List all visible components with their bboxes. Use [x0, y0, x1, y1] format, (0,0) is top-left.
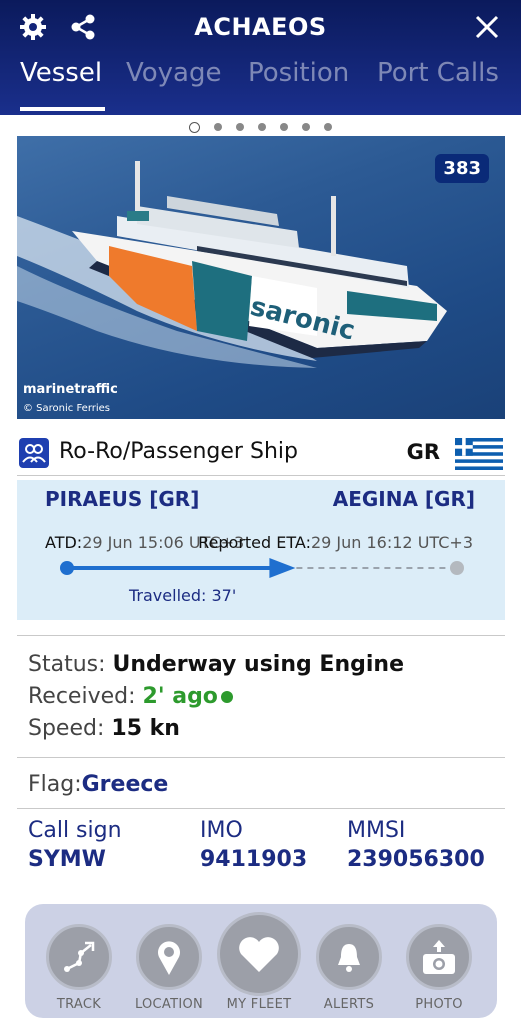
pager-dot[interactable]: [324, 123, 332, 131]
received-line: Received: 2' ago: [28, 684, 233, 709]
active-tab-indicator: [20, 107, 105, 111]
location-button[interactable]: LOCATION: [124, 904, 214, 1018]
departure-point: [60, 561, 74, 575]
track-button[interactable]: TRACK: [34, 904, 124, 1018]
my-fleet-button[interactable]: MY FLEET: [214, 904, 304, 1018]
eta-value: 29 Jun 16:12 UTC+3: [310, 533, 473, 552]
greece-flag-icon: [453, 438, 505, 470]
tab-position[interactable]: Position: [248, 58, 349, 88]
status-line: Status: Underway using Engine: [28, 652, 404, 677]
photo-count-badge[interactable]: 383: [435, 154, 489, 183]
location-label: LOCATION: [134, 997, 204, 1012]
tab-vessel[interactable]: Vessel: [20, 58, 102, 88]
callsign-value: SYMW: [28, 847, 106, 872]
heart-icon[interactable]: [217, 912, 301, 996]
vessel-type: Ro-Ro/Passenger Ship: [59, 439, 298, 464]
departure-port[interactable]: PIRAEUS [GR]: [45, 487, 199, 511]
speed-label: Speed:: [28, 716, 105, 741]
divider: [17, 475, 505, 476]
destination-port[interactable]: AEGINA [GR]: [333, 487, 475, 511]
received-value: 2' ago: [142, 684, 218, 709]
mmsi-block: MMSI 239056300: [347, 818, 485, 872]
location-pin-icon[interactable]: [136, 924, 202, 990]
pager-dot[interactable]: [189, 121, 200, 133]
vessel-photo[interactable]: saronic 383 marinetraffic © Saronic Ferr…: [17, 136, 505, 419]
bell-icon[interactable]: [316, 924, 382, 990]
photo-credit: © Saronic Ferries: [23, 403, 111, 414]
watermark: marinetraffic: [23, 382, 118, 397]
camera-upload-icon[interactable]: [406, 924, 472, 990]
app-header: ACHAEOS Vessel Voyage Position Port Call…: [0, 0, 521, 115]
imo-block: IMO 9411903: [200, 818, 307, 872]
callsign-label: Call sign: [28, 818, 122, 843]
track-label: TRACK: [56, 997, 102, 1012]
tab-bar: Vessel Voyage Position Port Calls: [0, 58, 521, 111]
divider: [17, 635, 505, 636]
divider: [17, 808, 505, 809]
close-icon[interactable]: [470, 10, 504, 44]
bottom-toolbar: TRACK LOCATION MY FLEET ALERTS PHOTO: [25, 904, 497, 1018]
callsign-block: Call sign SYMW: [28, 818, 122, 872]
photo-button[interactable]: PHOTO: [394, 904, 484, 1018]
eta-line: Reported ETA:29 Jun 16:12 UTC+3: [198, 533, 473, 552]
alerts-button[interactable]: ALERTS: [304, 904, 394, 1018]
speed-value: 15 kn: [111, 716, 180, 741]
online-indicator-icon: [220, 691, 233, 703]
pager-dot[interactable]: [280, 123, 288, 131]
received-label: Received:: [28, 684, 136, 709]
atd-label: ATD:: [45, 533, 83, 552]
divider: [17, 757, 505, 758]
ferry-illustration: saronic: [17, 161, 447, 368]
vessel-type-row: Ro-Ro/Passenger Ship GR: [17, 430, 505, 476]
passenger-ship-icon: [19, 438, 49, 468]
flag-code: GR: [406, 440, 440, 464]
flag-line: Flag:Greece: [28, 772, 168, 797]
mmsi-label: MMSI: [347, 818, 406, 843]
vessel-name-title: ACHAEOS: [194, 13, 327, 41]
travelled-time: Travelled: 37': [129, 586, 237, 605]
pager-dot[interactable]: [236, 123, 244, 131]
pager-dot[interactable]: [302, 123, 310, 131]
tab-port-calls[interactable]: Port Calls: [377, 58, 499, 88]
voyage-summary[interactable]: PIRAEUS [GR] AEGINA [GR] ATD:29 Jun 15:0…: [17, 480, 505, 620]
eta-label: Reported ETA:: [198, 533, 311, 552]
flag-label: Flag:: [28, 772, 82, 797]
mmsi-value: 239056300: [347, 847, 485, 872]
status-value: Underway using Engine: [112, 652, 404, 677]
imo-value: 9411903: [200, 847, 308, 872]
pager-dot[interactable]: [214, 123, 222, 131]
pager-dot[interactable]: [258, 123, 266, 131]
vessel-position-arrow-icon: [269, 558, 296, 578]
destination-point: [450, 561, 464, 575]
speed-line: Speed: 15 kn: [28, 716, 180, 741]
voyage-progress-bar: [60, 558, 464, 578]
alerts-label: ALERTS: [323, 997, 375, 1012]
flag-value: Greece: [81, 772, 169, 797]
my-fleet-label: MY FLEET: [226, 997, 292, 1012]
tab-voyage[interactable]: Voyage: [126, 58, 222, 88]
photo-pager[interactable]: [0, 120, 521, 134]
photo-label: PHOTO: [415, 997, 463, 1012]
imo-label: IMO: [200, 818, 243, 843]
track-icon[interactable]: [46, 924, 112, 990]
status-label: Status:: [28, 652, 106, 677]
